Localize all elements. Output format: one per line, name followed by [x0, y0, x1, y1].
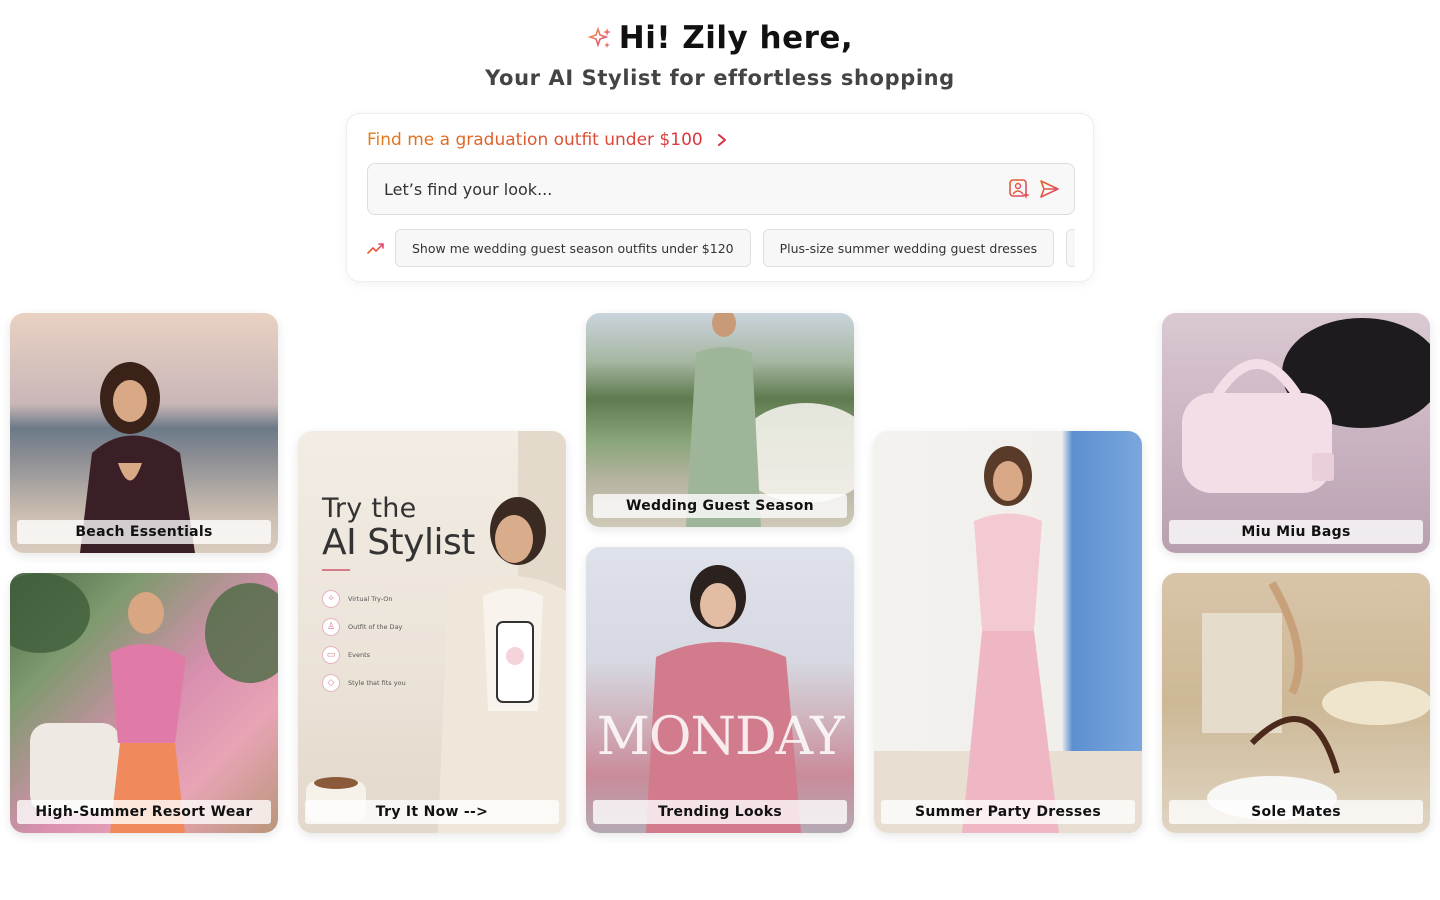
party-dresses-image [874, 431, 1142, 833]
dress-icon: ♙ [322, 618, 340, 636]
send-icon [1040, 180, 1059, 198]
card-label: High-Summer Resort Wear [17, 800, 271, 824]
hero-title-text: Hi! Zily here, [618, 20, 854, 56]
search-card: Find me a graduation outfit under $100 L… [346, 113, 1094, 282]
trending-icon [367, 243, 384, 254]
trending-looks-image: MONDAY [586, 547, 854, 833]
collection-card-high-summer-resort-wear[interactable]: High-Summer Resort Wear [10, 573, 278, 833]
trending-chips: Show me wedding guest season outfits und… [367, 229, 1075, 267]
collection-card-beach-essentials[interactable]: Beach Essentials [10, 313, 278, 553]
promo-line-2: AI Stylist [322, 522, 475, 563]
try-ai-stylist-card[interactable]: Try the AI Stylist ✧ Virtual Try-On ♙ Outf… [298, 431, 566, 833]
collection-card-summer-party-dresses[interactable]: Summer Party Dresses [874, 431, 1142, 833]
card-label: Beach Essentials [17, 520, 271, 544]
monday-watermark: MONDAY [596, 707, 845, 767]
sparkle-icon: ✧ [322, 590, 340, 608]
promo-line-1: Try the [322, 493, 417, 524]
promo-feature: ♙ Outfit of the Day [322, 613, 406, 641]
card-label: Wedding Guest Season [593, 494, 847, 518]
trending-chip-partial[interactable]: F [1066, 229, 1075, 267]
collection-card-miu-miu-bags[interactable]: Miu Miu Bags [1162, 313, 1430, 553]
hero: Hi! Zily here, Your AI Stylist for effor… [0, 20, 1440, 90]
suggested-prompt-text: Find me a graduation outfit under $100 [367, 130, 703, 150]
image-search-icon [1009, 179, 1030, 199]
hero-subtitle: Your AI Stylist for effortless shopping [485, 66, 955, 90]
promo-feature: ✧ Virtual Try-On [322, 585, 406, 613]
image-search-button[interactable] [1008, 178, 1030, 200]
card-label: Sole Mates [1169, 800, 1423, 824]
promo-heading: Try the AI Stylist [322, 493, 475, 563]
search-input[interactable] [384, 179, 1000, 199]
collection-card-wedding-guest-season[interactable]: Wedding Guest Season [586, 313, 854, 527]
promo-feature-list: ✧ Virtual Try-On ♙ Outfit of the Day ▭ Even… [322, 585, 406, 697]
collection-card-sole-mates[interactable]: Sole Mates [1162, 573, 1430, 833]
search-input-wrapper [367, 163, 1075, 215]
card-label: Trending Looks [593, 800, 847, 824]
beach-essentials-image [10, 313, 278, 553]
trending-chip-wedding-guest-outfits[interactable]: Show me wedding guest season outfits und… [395, 229, 751, 267]
diamond-icon: ◇ [322, 674, 340, 692]
resort-wear-image [10, 573, 278, 833]
hero-title: Hi! Zily here, [587, 20, 853, 56]
calendar-icon: ▭ [322, 646, 340, 664]
chevron-right-icon [717, 134, 726, 146]
card-label: Miu Miu Bags [1169, 520, 1423, 544]
phone-illustration [496, 621, 534, 703]
card-label: Summer Party Dresses [881, 800, 1135, 824]
suggested-prompt-link[interactable]: Find me a graduation outfit under $100 [367, 130, 729, 150]
ai-stylist-promo-image: Try the AI Stylist ✧ Virtual Try-On ♙ Outf… [298, 431, 566, 833]
promo-feature: ▭ Events [322, 641, 406, 669]
promo-feature: ◇ Style that fits you [322, 669, 406, 697]
card-label: Try It Now --> [305, 800, 559, 824]
promo-divider [322, 569, 350, 571]
sole-mates-image [1162, 573, 1430, 833]
collection-card-trending-looks[interactable]: MONDAY Trending Looks [586, 547, 854, 833]
send-button[interactable] [1038, 178, 1060, 200]
sparkle-icon [587, 26, 611, 48]
miu-miu-bags-image [1162, 313, 1430, 553]
trending-chip-plus-size-dresses[interactable]: Plus-size summer wedding guest dresses [762, 229, 1055, 267]
